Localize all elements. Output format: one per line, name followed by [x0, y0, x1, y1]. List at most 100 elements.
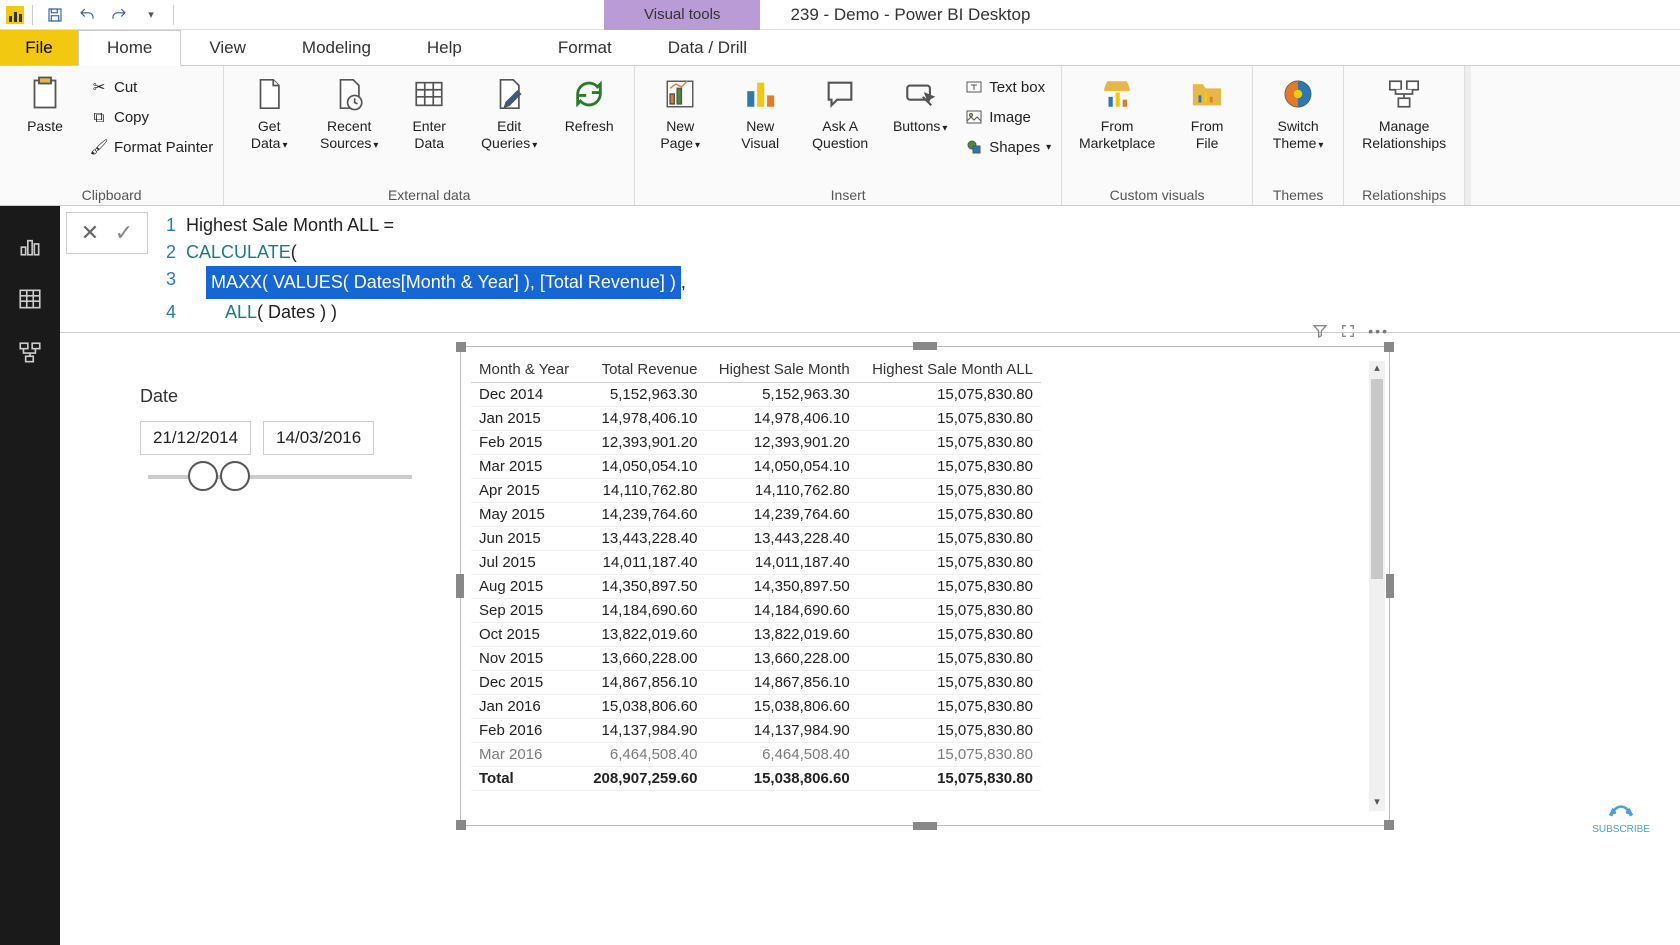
from-marketplace-button[interactable]: From Marketplace: [1072, 70, 1162, 152]
vertical-scrollbar[interactable]: ▴ ▾: [1369, 361, 1385, 811]
scrollbar-thumb[interactable]: [1371, 379, 1383, 579]
document-edit-icon: [489, 74, 529, 114]
focus-mode-icon[interactable]: [1340, 323, 1356, 342]
tab-help[interactable]: Help: [399, 30, 490, 65]
manage-relationships-button[interactable]: Manage Relationships: [1354, 70, 1454, 152]
enter-data-button[interactable]: Enter Data: [394, 70, 464, 152]
table-row[interactable]: Aug 201514,350,897.5014,350,897.5015,075…: [471, 575, 1041, 599]
data-view-button[interactable]: [15, 284, 45, 314]
resize-handle[interactable]: [456, 574, 464, 598]
table-row[interactable]: Feb 201512,393,901.2012,393,901.2015,075…: [471, 431, 1041, 455]
qat-dropdown[interactable]: ▾: [137, 3, 165, 27]
column-header[interactable]: Highest Sale Month: [705, 357, 857, 383]
tab-format[interactable]: Format: [530, 30, 640, 65]
resize-handle[interactable]: [1386, 574, 1394, 598]
table-row[interactable]: Jan 201514,978,406.1014,978,406.1015,075…: [471, 407, 1041, 431]
tab-data-drill[interactable]: Data / Drill: [640, 30, 775, 65]
page-chart-icon: [660, 74, 700, 114]
table-row[interactable]: Mar 20166,464,508.406,464,508.4015,075,8…: [471, 743, 1041, 767]
table-row[interactable]: Dec 201514,867,856.1014,867,856.1015,075…: [471, 671, 1041, 695]
format-painter-button[interactable]: 🖌Format Painter: [90, 134, 213, 160]
table-row[interactable]: Mar 201514,050,054.1014,050,054.1015,075…: [471, 455, 1041, 479]
speech-bubble-icon: [820, 74, 860, 114]
file-tab[interactable]: File: [0, 30, 78, 65]
slicer-from-input[interactable]: 21/12/2014: [140, 421, 251, 455]
model-view-button[interactable]: [15, 338, 45, 368]
slicer-title: Date: [140, 386, 420, 407]
formula-cancel-button[interactable]: ✕: [75, 219, 105, 247]
table-row[interactable]: May 201514,239,764.6014,239,764.6015,075…: [471, 503, 1041, 527]
table-row[interactable]: Nov 201513,660,228.0013,660,228.0015,075…: [471, 647, 1041, 671]
new-page-button[interactable]: New Page: [645, 70, 715, 152]
table-visual[interactable]: ••• Month & YearTotal RevenueHighest Sal…: [460, 346, 1390, 826]
paste-button[interactable]: Paste: [10, 70, 80, 135]
slicer-to-input[interactable]: 14/03/2016: [263, 421, 374, 455]
table-row[interactable]: Dec 20145,152,963.305,152,963.3015,075,8…: [471, 383, 1041, 407]
filter-icon[interactable]: [1312, 323, 1328, 342]
resize-handle[interactable]: [456, 820, 466, 830]
cell: 15,075,830.80: [858, 743, 1041, 767]
scroll-up-icon[interactable]: ▴: [1369, 361, 1385, 377]
resize-handle[interactable]: [913, 342, 937, 350]
refresh-button[interactable]: Refresh: [554, 70, 624, 135]
cut-button[interactable]: ✂Cut: [90, 74, 213, 100]
document-title: 239 - Demo - Power BI Desktop: [790, 5, 1030, 25]
cell: 15,075,830.80: [858, 527, 1041, 551]
slicer-thumb-right[interactable]: [220, 461, 250, 491]
redo-button[interactable]: [105, 3, 133, 27]
table-row[interactable]: Feb 201614,137,984.9014,137,984.9015,075…: [471, 719, 1041, 743]
cell: Dec 2014: [471, 383, 581, 407]
ask-question-button[interactable]: Ask A Question: [805, 70, 875, 152]
formula-commit-button[interactable]: ✓: [109, 219, 139, 247]
resize-handle[interactable]: [913, 822, 937, 830]
formula-line: Highest Sale Month ALL =: [186, 212, 394, 239]
shapes-button[interactable]: Shapes ▾: [965, 134, 1051, 160]
cell: Jul 2015: [471, 551, 581, 575]
tab-home[interactable]: Home: [78, 30, 181, 66]
tab-view[interactable]: View: [181, 30, 274, 65]
slicer-thumb-left[interactable]: [188, 461, 218, 491]
formula-editor[interactable]: 1Highest Sale Month ALL = 2CALCULATE( 3 …: [154, 206, 1680, 332]
from-file-button[interactable]: From File: [1172, 70, 1242, 152]
cell: 15,075,830.80: [858, 503, 1041, 527]
image-button[interactable]: Image: [965, 104, 1051, 130]
buttons-button[interactable]: Buttons: [885, 70, 955, 135]
resize-handle[interactable]: [456, 342, 466, 352]
new-visual-button[interactable]: New Visual: [725, 70, 795, 152]
cell: 15,075,830.80: [858, 599, 1041, 623]
report-view-button[interactable]: [15, 230, 45, 260]
copy-button[interactable]: ⧉Copy: [90, 104, 213, 130]
textbox-button[interactable]: Text box: [965, 74, 1051, 100]
cell: 14,867,856.10: [705, 671, 857, 695]
table-row[interactable]: Jan 201615,038,806.6015,038,806.6015,075…: [471, 695, 1041, 719]
table-row[interactable]: Jul 201514,011,187.4014,011,187.4015,075…: [471, 551, 1041, 575]
resize-handle[interactable]: [1384, 820, 1394, 830]
save-button[interactable]: [41, 3, 69, 27]
table-row[interactable]: Jun 201513,443,228.4013,443,228.4015,075…: [471, 527, 1041, 551]
cell: 15,038,806.60: [705, 767, 857, 791]
column-header[interactable]: Month & Year: [471, 357, 581, 383]
separator: [173, 5, 174, 25]
table-row[interactable]: Apr 201514,110,762.8014,110,762.8015,075…: [471, 479, 1041, 503]
cell: 15,075,830.80: [858, 695, 1041, 719]
column-header[interactable]: Total Revenue: [581, 357, 706, 383]
table-row[interactable]: Sep 201514,184,690.6014,184,690.6015,075…: [471, 599, 1041, 623]
table-row[interactable]: Oct 201513,822,019.6013,822,019.6015,075…: [471, 623, 1041, 647]
cell: 14,011,187.40: [705, 551, 857, 575]
date-slicer[interactable]: Date 21/12/2014 14/03/2016: [140, 386, 420, 499]
document-clock-icon: [329, 74, 369, 114]
more-options-icon[interactable]: •••: [1368, 323, 1389, 342]
tab-modeling[interactable]: Modeling: [274, 30, 399, 65]
scroll-down-icon[interactable]: ▾: [1369, 795, 1385, 811]
cell: Dec 2015: [471, 671, 581, 695]
slicer-range[interactable]: [148, 475, 412, 479]
resize-handle[interactable]: [1384, 342, 1394, 352]
undo-button[interactable]: [73, 3, 101, 27]
switch-theme-button[interactable]: Switch Theme: [1263, 70, 1333, 152]
paintbrush-icon: 🖌: [90, 138, 108, 156]
cell: 14,110,762.80: [705, 479, 857, 503]
recent-sources-button[interactable]: Recent Sources: [314, 70, 384, 152]
get-data-button[interactable]: Get Data: [234, 70, 304, 152]
edit-queries-button[interactable]: Edit Queries: [474, 70, 544, 152]
column-header[interactable]: Highest Sale Month ALL: [858, 357, 1041, 383]
